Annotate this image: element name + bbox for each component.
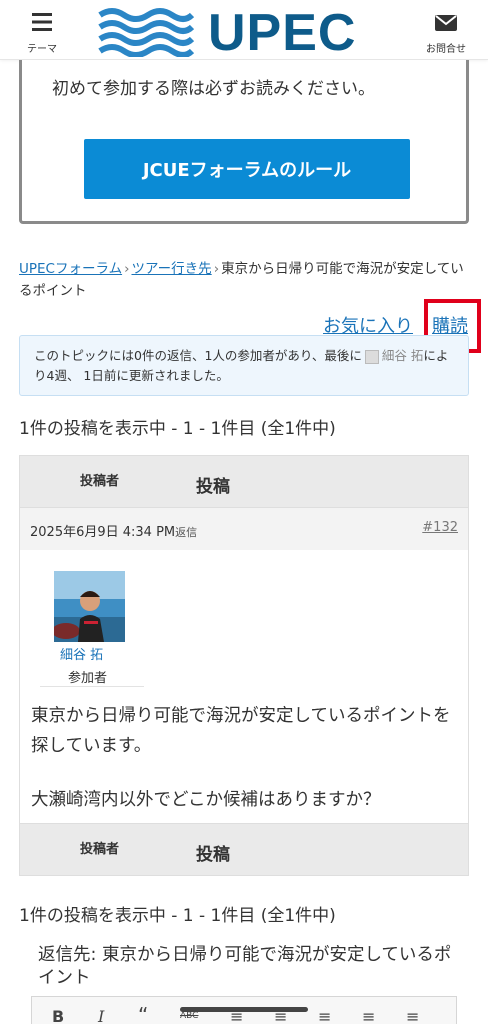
reply-form-title: 返信先: 東京から日帰り可能で海況が安定しているポイント xyxy=(38,944,458,990)
align-center-button[interactable]: ≡ xyxy=(362,1007,375,1024)
align-left-button[interactable]: ≡ xyxy=(318,1007,331,1024)
breadcrumb: UPECフォーラム › ツアー行き先 › 東京から日帰り可能で海況が安定しているポイント xyxy=(19,258,469,302)
rules-box: 初めて参加する際は必ずお読みください。 JCUEフォーラムのルール xyxy=(19,60,469,224)
breadcrumb-tour-link[interactable]: ツアー行き先 xyxy=(131,261,211,277)
hamburger-icon xyxy=(32,13,52,31)
breadcrumb-separator: › xyxy=(213,261,220,277)
avatar-photo xyxy=(54,571,125,642)
post-date: 2025年6月9日 4:34 PM返信 xyxy=(30,525,198,540)
col-post-footer: 投稿 xyxy=(196,845,230,865)
align-right-button[interactable]: ≡ xyxy=(406,1007,419,1024)
posts-table-header: 投稿者 投稿 xyxy=(19,455,469,508)
post-count-bottom: 1件の投稿を表示中 - 1 - 1件目 (全1件中) xyxy=(19,906,336,926)
post-paragraph-2: 大瀬崎湾内以外でどこか候補はありますか？ xyxy=(31,790,381,810)
strike-button[interactable]: ABC xyxy=(180,1011,198,1021)
quote-button[interactable]: “ xyxy=(138,1003,148,1024)
contact-button[interactable]: お問合せ xyxy=(422,8,470,56)
posts-table-footer: 投稿者 投稿 xyxy=(19,823,469,876)
col-author-footer: 投稿者 xyxy=(80,842,120,857)
wave-logo-icon xyxy=(98,8,194,57)
post-permalink[interactable]: #132 xyxy=(422,520,458,535)
post-paragraph-1: 東京から日帰り可能で海況が安定しているポイントを探しています。 xyxy=(31,706,451,756)
forum-rules-button[interactable]: JCUEフォーラムのルール xyxy=(84,139,410,199)
site-logo[interactable]: UPEC xyxy=(98,4,388,62)
col-author-header: 投稿者 xyxy=(80,474,120,489)
notice-text-before: このトピックには0件の返信、1人の参加者があり、最後に xyxy=(34,348,362,363)
reply-link[interactable]: 返信 xyxy=(175,526,197,539)
logo-text: UPEC xyxy=(208,4,357,62)
menu-button[interactable]: テーマ xyxy=(18,8,66,56)
topic-info-notice: このトピックには0件の返信、1人の参加者があり、最後に 細谷 拓により4週、 1日… xyxy=(19,335,469,396)
author-role: 参加者 xyxy=(68,671,108,686)
site-header: テーマ UPEC お問合せ xyxy=(0,0,488,62)
mini-avatar-icon xyxy=(364,349,379,364)
breadcrumb-forum-link[interactable]: UPECフォーラム xyxy=(19,261,122,277)
col-post-header: 投稿 xyxy=(196,477,230,497)
contact-label: お問合せ xyxy=(426,44,466,55)
mail-icon xyxy=(435,15,457,31)
menu-label: テーマ xyxy=(27,44,57,55)
breadcrumb-separator: › xyxy=(124,261,130,277)
rules-note: 初めて参加する際は必ずお読みください。 xyxy=(52,79,375,99)
author-avatar[interactable] xyxy=(54,571,125,642)
author-divider xyxy=(40,686,144,687)
bold-button[interactable]: B xyxy=(52,1007,64,1024)
notice-user-link[interactable]: 細谷 拓 xyxy=(382,348,423,363)
post-body: 細谷 拓 参加者 東京から日帰り可能で海況が安定しているポイントを探しています。… xyxy=(19,550,469,825)
italic-button[interactable]: I xyxy=(98,1007,104,1024)
author-name[interactable]: 細谷 拓 xyxy=(60,644,103,663)
post-count-top: 1件の投稿を表示中 - 1 - 1件目 (全1件中) xyxy=(19,419,336,439)
scroll-indicator[interactable] xyxy=(180,1007,308,1012)
post-meta-row: 2025年6月9日 4:34 PM返信 #132 xyxy=(19,508,469,550)
